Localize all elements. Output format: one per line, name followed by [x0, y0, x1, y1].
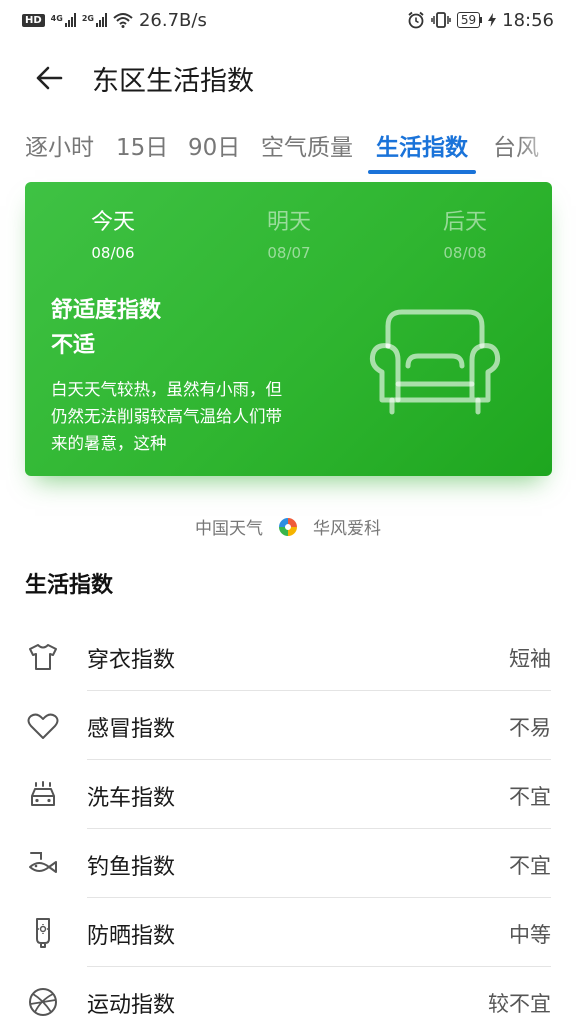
alarm-icon — [408, 11, 424, 29]
data-source: 中国天气 华风爱科 — [0, 514, 576, 539]
item-value: 较不宜 — [488, 992, 551, 1016]
day-name: 后天 — [442, 210, 487, 235]
network-type-1: 4G — [50, 13, 63, 23]
item-value: 不宜 — [509, 785, 551, 809]
tabs-fade — [516, 120, 576, 176]
arrow-left-icon — [36, 66, 63, 90]
armchair-icon — [369, 309, 501, 415]
comfort-index-card[interactable]: 今天 08/06 明天 08/07 后天 08/08 舒适度指数 不适 白天天气… — [25, 182, 552, 476]
status-bar: HD 4G 2G 26.7B/s 59 18:56 — [0, 0, 576, 40]
item-label: 运动指数 — [87, 993, 176, 1018]
tab-90-day[interactable]: 90日 — [188, 128, 240, 162]
index-description: 白天天气较热，虽然有小雨，但仍然无法削弱较高气温给人们带来的暑意，这种 — [51, 380, 282, 453]
page-title: 东区生活指数 — [92, 65, 254, 97]
item-label: 穿衣指数 — [87, 648, 176, 673]
app-header: 东区生活指数 — [0, 48, 576, 108]
item-value: 短袖 — [509, 647, 551, 671]
sunscreen-icon — [26, 916, 60, 950]
tshirt-icon — [26, 640, 60, 674]
swirl-logo-icon — [279, 517, 297, 536]
back-button[interactable] — [24, 53, 74, 103]
list-item-clothing[interactable]: 穿衣指数 短袖 — [0, 622, 576, 691]
tab-air-quality[interactable]: 空气质量 — [261, 128, 353, 162]
heart-icon — [26, 709, 60, 743]
ball-icon — [26, 985, 60, 1019]
status-left: HD 4G 2G 26.7B/s — [22, 10, 207, 31]
list-item-car-wash[interactable]: 洗车指数 不宜 — [0, 760, 576, 829]
day-name: 明天 — [266, 210, 311, 235]
item-label: 感冒指数 — [87, 717, 176, 742]
active-tab-indicator — [368, 170, 476, 174]
day-today[interactable]: 今天 08/06 — [53, 204, 173, 262]
item-value: 不易 — [509, 716, 551, 740]
battery-level: 59 — [456, 12, 481, 28]
tab-hourly[interactable]: 逐小时 — [25, 128, 94, 162]
index-value: 不适 — [51, 333, 96, 358]
signal-icon-2 — [95, 13, 107, 27]
source-left-label: 中国天气 — [195, 519, 263, 539]
index-title: 舒适度指数 — [51, 298, 162, 323]
day-after-tomorrow[interactable]: 后天 08/08 — [405, 204, 525, 262]
tab-15-day[interactable]: 15日 — [116, 128, 168, 162]
network-type-2: 2G — [81, 13, 94, 23]
day-date: 08/07 — [267, 244, 311, 262]
item-label: 洗车指数 — [87, 786, 176, 811]
day-name: 今天 — [90, 210, 135, 235]
day-date: 08/08 — [443, 244, 487, 262]
section-title: 生活指数 — [25, 573, 114, 598]
day-tomorrow[interactable]: 明天 08/07 — [229, 204, 349, 262]
tab-life-index[interactable]: 生活指数 — [376, 128, 468, 162]
list-item-fishing[interactable]: 钓鱼指数 不宜 — [0, 829, 576, 898]
charging-icon — [488, 13, 497, 27]
list-item-sunscreen[interactable]: 防晒指数 中等 — [0, 898, 576, 967]
network-speed: 26.7B/s — [138, 9, 207, 31]
fishing-icon — [26, 847, 60, 881]
signal-icon — [64, 13, 76, 27]
tab-bar: 逐小时 15日 90日 空气质量 生活指数 台风 — [0, 120, 576, 176]
day-date: 08/06 — [91, 244, 135, 262]
list-item-sport[interactable]: 运动指数 较不宜 — [0, 967, 576, 1024]
life-index-list: 穿衣指数 短袖 感冒指数 不易 洗车指数 不宜 钓鱼指数 不宜 防晒指数 中等 — [0, 622, 576, 1024]
battery-icon: 59 — [456, 12, 483, 28]
source-right-label: 华风爱科 — [313, 519, 381, 539]
wifi-icon — [113, 13, 133, 28]
hd-badge: HD — [22, 13, 45, 27]
car-wash-icon — [26, 778, 60, 812]
item-value: 不宜 — [509, 854, 551, 878]
vibrate-icon — [431, 12, 451, 28]
status-right: 59 18:56 — [407, 10, 554, 31]
item-value: 中等 — [509, 923, 551, 947]
item-label: 防晒指数 — [87, 924, 176, 949]
list-item-cold[interactable]: 感冒指数 不易 — [0, 691, 576, 760]
item-label: 钓鱼指数 — [87, 855, 176, 880]
clock: 18:56 — [502, 9, 554, 31]
